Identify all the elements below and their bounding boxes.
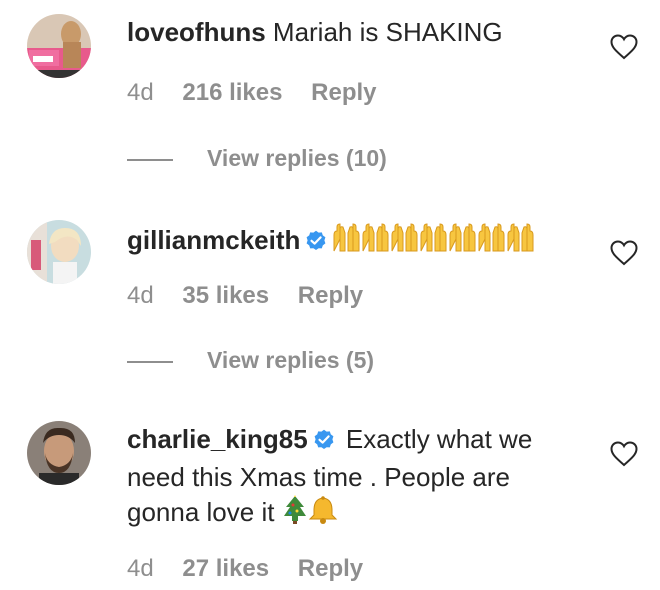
comment-likes[interactable]: 216 likes bbox=[182, 79, 282, 106]
comment-meta: 4d 216 likes Reply bbox=[127, 79, 399, 107]
comment-meta: 4d 35 likes Reply bbox=[127, 282, 385, 310]
bell-icon bbox=[308, 495, 338, 534]
view-replies-label: View replies (10) bbox=[207, 145, 387, 171]
comment-text: Mariah is SHAKING bbox=[272, 17, 503, 47]
username[interactable]: gillianmckeith bbox=[127, 225, 300, 255]
reply-button[interactable]: Reply bbox=[298, 282, 363, 309]
verified-badge-icon bbox=[313, 425, 335, 460]
replies-divider-line bbox=[127, 158, 173, 161]
reply-button[interactable]: Reply bbox=[298, 555, 363, 582]
comment-meta: 4d 27 likes Reply bbox=[127, 555, 385, 583]
avatar[interactable] bbox=[27, 220, 91, 284]
comment-time: 4d bbox=[127, 282, 154, 309]
verified-badge-icon bbox=[305, 226, 327, 261]
reply-button[interactable]: Reply bbox=[311, 79, 376, 106]
view-replies-label: View replies (5) bbox=[207, 347, 375, 373]
avatar[interactable] bbox=[27, 14, 91, 78]
like-heart-icon[interactable] bbox=[610, 441, 638, 467]
comment-time: 4d bbox=[127, 79, 154, 106]
username[interactable]: charlie_king85 bbox=[127, 424, 308, 454]
christmas-tree-icon bbox=[282, 495, 308, 534]
comments-list: loveofhuns Mariah is SHAKING 4d 216 like… bbox=[0, 0, 660, 590]
replies-divider-line bbox=[127, 360, 173, 363]
comment-likes[interactable]: 27 likes bbox=[182, 555, 269, 582]
view-replies-button[interactable]: View replies (10) bbox=[127, 145, 387, 172]
username[interactable]: loveofhuns bbox=[127, 17, 266, 47]
comment-likes[interactable]: 35 likes bbox=[182, 282, 269, 309]
view-replies-button[interactable]: View replies (5) bbox=[127, 347, 374, 374]
comment-time: 4d bbox=[127, 555, 154, 582]
like-heart-icon[interactable] bbox=[610, 34, 638, 60]
avatar[interactable] bbox=[27, 421, 91, 485]
like-heart-icon[interactable] bbox=[610, 240, 638, 266]
raising-hands-emoji-icon bbox=[331, 221, 541, 262]
